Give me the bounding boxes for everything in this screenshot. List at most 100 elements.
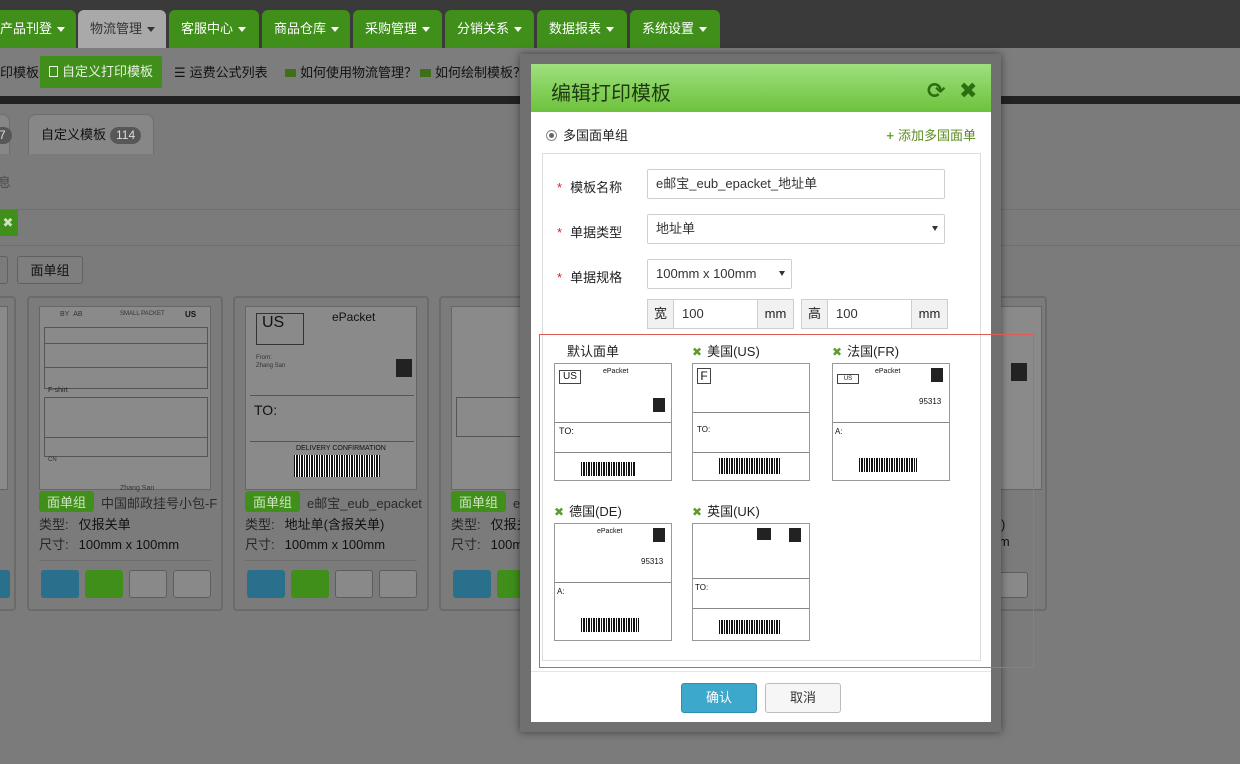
refresh-icon[interactable]: ⟳ xyxy=(927,78,945,104)
close-icon[interactable]: ✖ xyxy=(0,210,18,236)
copy-button[interactable] xyxy=(129,570,167,598)
add-multi-country-link[interactable]: + 添加多国面单 xyxy=(886,125,976,144)
modal-title: 编辑打印模板 xyxy=(551,83,671,105)
height-value[interactable]: 100 xyxy=(836,300,858,328)
template-card-partial xyxy=(0,296,16,611)
template-uk[interactable]: ✖ 英国(UK) TO: xyxy=(692,501,822,641)
delete-button[interactable] xyxy=(379,570,417,598)
tab-logistics[interactable]: 物流管理 xyxy=(78,10,166,48)
chevron-down-icon xyxy=(779,271,785,276)
tab-label: 系统设置 xyxy=(642,21,695,36)
tab-settings[interactable]: 系统设置 xyxy=(630,10,720,48)
tab-warehouse[interactable]: 商品仓库 xyxy=(262,10,350,48)
tab-reports[interactable]: 数据报表 xyxy=(537,10,627,48)
edit-print-template-modal: 编辑打印模板 ⟳ ✖ 多国面单组 + 添加多国面单 * 模板名称 e邮宝_eub_e… xyxy=(531,64,1034,722)
tab-label: 数据报表 xyxy=(549,21,602,36)
multi-country-group-radio[interactable]: 多国面单组 xyxy=(546,125,628,144)
template-label: ✖ 美国(US) xyxy=(692,344,760,359)
video-icon xyxy=(285,69,296,77)
filter-button-partial[interactable] xyxy=(0,256,8,284)
custom-print-template-button[interactable]: 自定义打印模板 xyxy=(40,56,163,88)
tab-purchasing[interactable]: 采购管理 xyxy=(353,10,442,48)
chevron-down-icon xyxy=(514,27,523,33)
label-preview: F TO: xyxy=(692,363,810,481)
template-size: 尺寸: 100mm x 100mm xyxy=(245,537,386,552)
remove-icon[interactable]: ✖ xyxy=(692,345,702,359)
tab-label: 物流管理 xyxy=(90,21,143,36)
remove-icon[interactable]: ✖ xyxy=(832,345,842,359)
chevron-down-icon xyxy=(147,27,156,33)
country-templates-grid: 默认面单 US ePacket TO: ✖ 美国(US) F TO: ✖ 法国(… xyxy=(539,334,1034,668)
width-label: 宽 xyxy=(648,300,674,328)
template-name: e邮宝_eub_epacket xyxy=(307,496,422,511)
template-label: ✖ 英国(UK) xyxy=(692,504,760,519)
template-name: 中国邮政挂号小包-F xyxy=(101,496,217,511)
face-group-filter-button[interactable]: 面单组 xyxy=(17,256,83,284)
template-name-input[interactable]: e邮宝_eub_epacket_地址单 xyxy=(647,169,945,199)
tab-custom-templates[interactable]: 自定义模板 114 xyxy=(28,114,155,154)
tab-customer-service[interactable]: 客服中心 xyxy=(169,10,259,48)
tab-label: 产品刊登 xyxy=(0,21,53,36)
tab-partial[interactable]: 7 xyxy=(0,114,12,154)
preview-button[interactable] xyxy=(453,570,491,598)
template-size: 尺寸: 100mm x 100mm xyxy=(39,537,180,552)
chevron-down-icon xyxy=(422,27,431,33)
preview-button[interactable] xyxy=(247,570,285,598)
height-label: 高 xyxy=(802,300,828,328)
face-group-tag: 面单组 xyxy=(245,491,301,512)
modal-header: 编辑打印模板 ⟳ ✖ xyxy=(531,64,991,112)
cancel-button[interactable]: 取消 xyxy=(765,683,841,713)
chevron-down-icon xyxy=(932,226,938,231)
label-preview: US ePacket TO: xyxy=(554,363,672,481)
edit-button[interactable] xyxy=(85,570,123,598)
template-preview xyxy=(0,306,8,490)
template-default[interactable]: 默认面单 US ePacket TO: xyxy=(554,341,684,481)
preview-button[interactable] xyxy=(41,570,79,598)
template-de[interactable]: ✖ 德国(DE) ePacket 95313 A: xyxy=(554,501,684,641)
list-icon: ☰ xyxy=(174,65,186,80)
label-preview: ePacket 95313 A: xyxy=(554,523,672,641)
template-type: 类型: 仅报关 xyxy=(451,517,530,532)
delete-button[interactable] xyxy=(173,570,211,598)
close-icon[interactable]: ✖ xyxy=(959,78,977,104)
face-group-tag: 面单组 xyxy=(39,491,95,512)
chevron-down-icon xyxy=(238,27,247,33)
label-preview: TO: xyxy=(692,523,810,641)
doc-spec-label: * 单据规格 xyxy=(557,270,623,285)
template-label: ✖ 德国(DE) xyxy=(554,504,622,519)
doc-type-select[interactable]: 地址单 xyxy=(647,214,945,244)
template-us[interactable]: ✖ 美国(US) F TO: xyxy=(692,341,822,481)
card-actions xyxy=(247,570,423,600)
template-card: BY AB SMALL PACKET US F-shirt CN Zhang S… xyxy=(27,296,223,611)
template-fr[interactable]: ✖ 法国(FR) US ePacket 95313 A: xyxy=(832,341,962,481)
remove-icon[interactable]: ✖ xyxy=(692,505,702,519)
help-draw-template-link[interactable]: 如何绘制模板？ xyxy=(420,58,526,88)
copy-button[interactable] xyxy=(335,570,373,598)
width-unit: mm xyxy=(757,300,793,328)
tab-distribution[interactable]: 分销关系 xyxy=(445,10,534,48)
template-preview: US ePacket From: Zhang San TO: DELIVERY … xyxy=(245,306,417,490)
doc-spec-select[interactable]: 100mm x 100mm xyxy=(647,259,792,289)
remove-icon[interactable]: ✖ xyxy=(554,505,564,519)
help-logistics-link[interactable]: 如何使用物流管理？ xyxy=(285,58,417,88)
tab-product-listing[interactable]: 产品刊登 xyxy=(0,10,76,48)
freight-formula-link[interactable]: ☰ 运费公式列表 xyxy=(174,58,268,88)
confirm-button[interactable]: 确认 xyxy=(681,683,757,713)
video-icon xyxy=(420,69,431,77)
card-actions xyxy=(41,570,217,600)
template-label: ✖ 法国(FR) xyxy=(832,344,900,359)
tab-label: 商品仓库 xyxy=(274,21,327,36)
plus-icon: + xyxy=(886,128,894,143)
template-type: 类型: 地址单(含报关单) xyxy=(245,517,385,532)
height-input-group[interactable]: 高 100 mm xyxy=(801,299,948,329)
edit-button[interactable] xyxy=(291,570,329,598)
width-input-group[interactable]: 宽 100 mm xyxy=(647,299,794,329)
chevron-down-icon xyxy=(331,27,340,33)
width-value[interactable]: 100 xyxy=(682,300,704,328)
tab-label: 采购管理 xyxy=(365,21,418,36)
template-label: 默认面单 xyxy=(567,344,620,359)
chevron-down-icon xyxy=(57,27,66,33)
chevron-down-icon xyxy=(699,27,708,33)
subnav-print-template[interactable]: 印模板 xyxy=(0,58,39,88)
action-button[interactable] xyxy=(0,570,10,598)
